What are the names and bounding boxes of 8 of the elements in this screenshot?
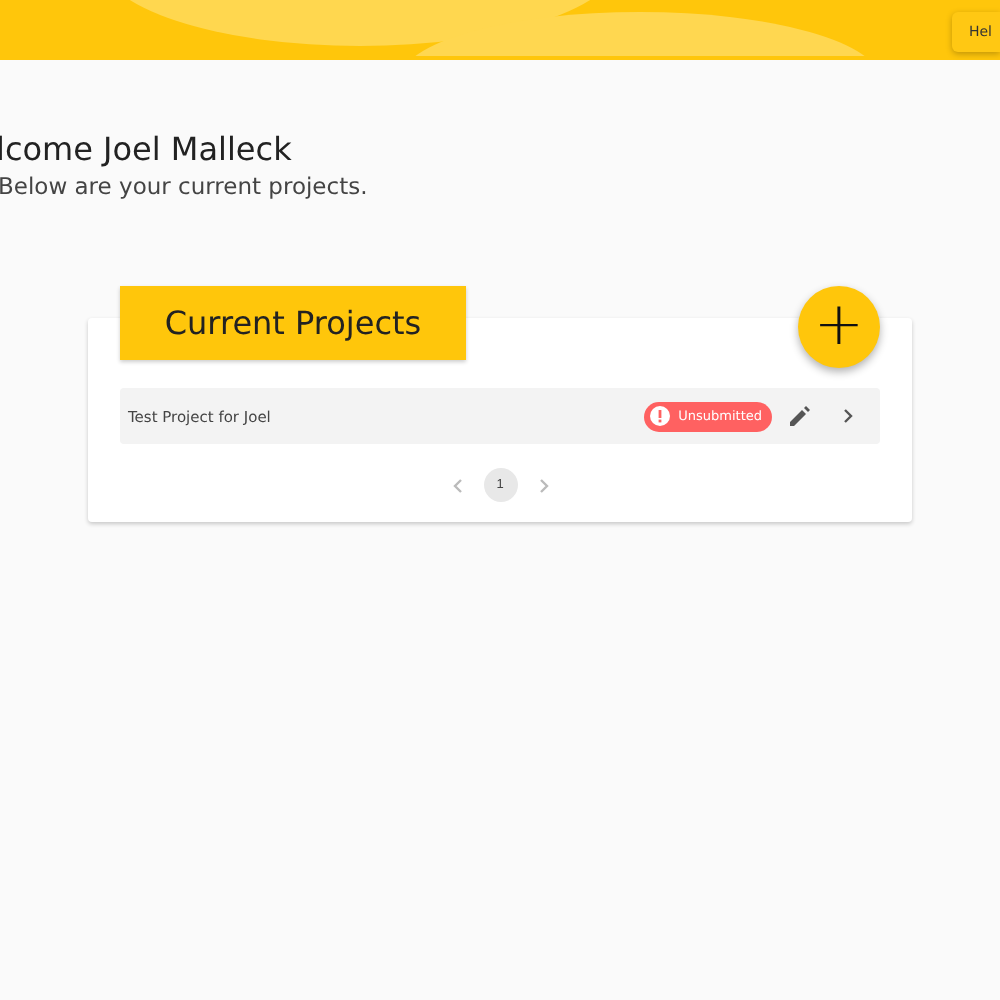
card-title: Current Projects [120, 286, 466, 360]
welcome-subtitle: Below are your current projects. [0, 170, 370, 202]
pencil-icon [790, 406, 810, 426]
chevron-right-icon [842, 408, 854, 424]
chevron-left-icon [451, 477, 463, 493]
alert-icon [650, 406, 671, 426]
chevron-right-icon [537, 477, 549, 493]
add-project-button[interactable]: + [798, 286, 880, 368]
